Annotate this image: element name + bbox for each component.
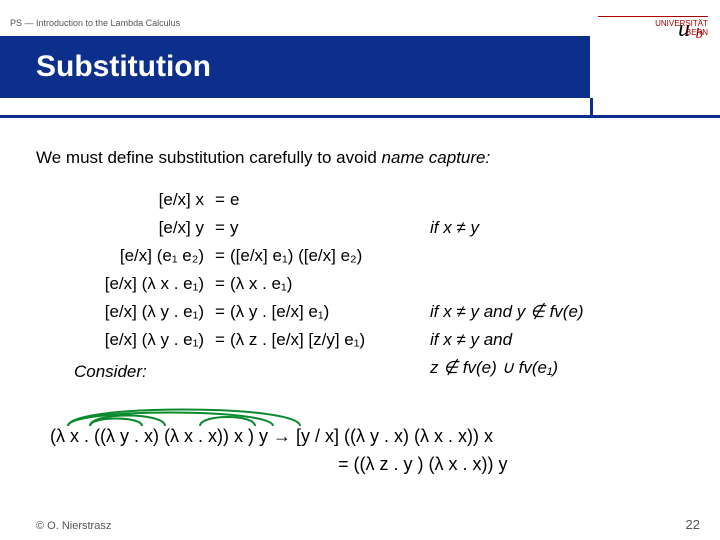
intro-text: We must define substitution carefully to… [36,148,490,168]
substitution-rules: [e/x] x = e [e/x] y = y if x ≠ y [e/x] (… [70,190,650,386]
slide-title: Substitution [0,36,590,98]
rule-lhs: [e/x] (λ y . e₁) [70,302,210,322]
copyright: © O. Nierstrasz [36,520,111,532]
table-row: [e/x] (λ y . e₁) = (λ z . [e/x] [z/y] e₁… [70,330,650,358]
rule-lhs: [e/x] (λ x . e₁) [70,274,210,294]
rule-cond-extra: z ∉ fv(e) ∪ fv(e₁) [430,358,650,378]
table-row: [e/x] (λ x . e₁) = (λ x . e₁) [70,274,650,302]
rule-lhs: [e/x] y [70,218,210,238]
rule-rhs: (λ x . e₁) [230,274,430,294]
divider-horizontal [0,115,720,118]
table-row: [e/x] (e₁ e₂) = ([e/x] e₁) ([e/x] e₂) [70,246,650,274]
intro-pre: We must define substitution carefully to… [36,148,382,167]
page-number: 22 [686,517,700,532]
example-line2: = ((λ z . y ) (λ x . x)) y [338,454,508,475]
rule-cond: if x ≠ y and [430,330,650,350]
rule-lhs: [e/x] (λ y . e₁) [70,330,210,350]
rule-rhs: e [230,190,430,210]
logo-city-label: BERN [598,28,708,37]
example-line1: (λ x . ((λ y . x) (λ x . x)) x ) y → [y … [50,426,493,447]
table-row: [e/x] y = y if x ≠ y [70,218,650,246]
consider-label: Consider: [74,362,147,382]
rule-rhs: (λ y . [e/x] e₁) [230,302,430,322]
course-header: PS — Introduction to the Lambda Calculus [0,18,180,28]
logo-uni-label: UNIVERSITÄT [598,19,708,28]
divider-vertical [590,98,593,118]
rule-cond: if x ≠ y [430,218,650,238]
rule-rhs: ([e/x] e₁) ([e/x] e₂) [230,246,430,266]
table-row: [e/x] x = e [70,190,650,218]
rule-eq: = [210,330,230,350]
rule-rhs: (λ z . [e/x] [z/y] e₁) [230,330,430,350]
university-logo: UNIVERSITÄT BERN [598,16,708,37]
rule-cond: if x ≠ y and y ∉ fv(e) [430,302,650,322]
rule-lhs: [e/x] (e₁ e₂) [70,246,210,266]
rule-lhs: [e/x] x [70,190,210,210]
rule-eq: = [210,218,230,238]
rule-eq: = [210,190,230,210]
table-row: z ∉ fv(e) ∪ fv(e₁) [70,358,650,386]
intro-emphasis: name capture: [382,148,491,167]
rule-rhs: y [230,218,430,238]
rule-eq: = [210,246,230,266]
binding-arrows-icon [50,394,320,428]
rule-eq: = [210,274,230,294]
rule-eq: = [210,302,230,322]
table-row: [e/x] (λ y . e₁) = (λ y . [e/x] e₁) if x… [70,302,650,330]
